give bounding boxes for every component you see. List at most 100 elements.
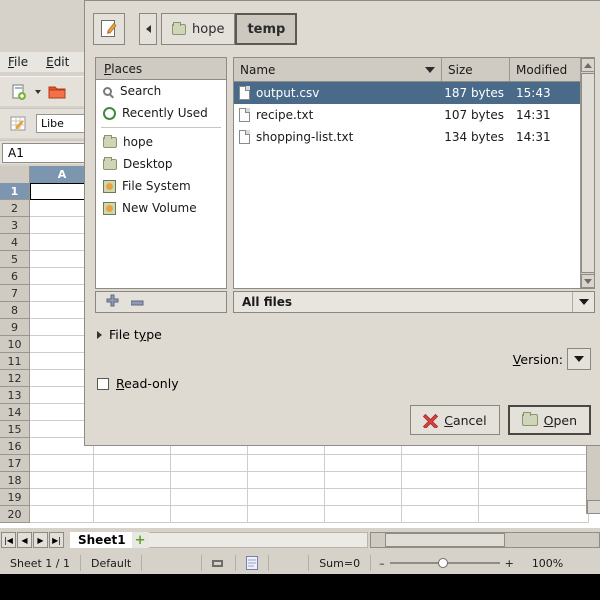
sidebar-item-desktop[interactable]: Desktop bbox=[96, 153, 226, 175]
cell[interactable] bbox=[30, 489, 94, 506]
column-header-size[interactable]: Size bbox=[442, 58, 510, 81]
paintbrush-table-icon[interactable] bbox=[8, 113, 30, 135]
row-header-18[interactable]: 18 bbox=[0, 472, 30, 489]
cell[interactable] bbox=[94, 489, 171, 506]
cell[interactable] bbox=[402, 489, 479, 506]
horizontal-scroll-thumb[interactable] bbox=[385, 533, 505, 547]
breadcrumb-item-temp[interactable]: temp bbox=[235, 13, 298, 45]
chevron-down-icon[interactable] bbox=[572, 292, 594, 312]
sidebar-item-recently-used[interactable]: Recently Used bbox=[96, 102, 226, 124]
add-sheet-button[interactable]: + bbox=[131, 532, 149, 548]
name-box[interactable]: A1 bbox=[2, 142, 86, 163]
scroll-down-button[interactable] bbox=[587, 500, 600, 514]
open-folder-icon[interactable] bbox=[46, 81, 68, 103]
next-sheet-button[interactable]: ▶ bbox=[33, 532, 48, 548]
selection-mode-icon[interactable] bbox=[202, 555, 237, 571]
row-header-20[interactable]: 20 bbox=[0, 506, 30, 523]
menu-edit[interactable]: Edit bbox=[46, 55, 69, 69]
row-header-19[interactable]: 19 bbox=[0, 489, 30, 506]
remove-place-icon[interactable] bbox=[130, 295, 144, 309]
previous-sheet-button[interactable]: ◀ bbox=[17, 532, 32, 548]
open-button[interactable]: Open bbox=[507, 405, 591, 435]
cell[interactable] bbox=[94, 472, 171, 489]
cell[interactable] bbox=[171, 472, 248, 489]
cell[interactable] bbox=[325, 472, 402, 489]
file-list-row[interactable]: output.csv 187 bytes 15:43 bbox=[234, 82, 580, 104]
row-header-13[interactable]: 13 bbox=[0, 387, 30, 404]
select-all-corner[interactable] bbox=[0, 166, 30, 183]
cell[interactable] bbox=[94, 455, 171, 472]
row-header-8[interactable]: 8 bbox=[0, 302, 30, 319]
read-only-checkbox[interactable] bbox=[97, 377, 109, 390]
cell[interactable] bbox=[479, 455, 589, 472]
scroll-down-button[interactable] bbox=[581, 274, 595, 288]
scroll-up-button[interactable] bbox=[581, 58, 595, 72]
sidebar-item-search[interactable]: Search bbox=[96, 80, 226, 102]
zoom-slider-track[interactable] bbox=[389, 558, 500, 568]
read-only-checkbox-row[interactable]: Read-only bbox=[97, 376, 179, 391]
row-header-16[interactable]: 16 bbox=[0, 438, 30, 455]
cell[interactable] bbox=[248, 506, 325, 523]
cell[interactable] bbox=[402, 506, 479, 523]
row-header-6[interactable]: 6 bbox=[0, 268, 30, 285]
row-header-1[interactable]: 1 bbox=[0, 183, 30, 200]
cell[interactable] bbox=[30, 472, 94, 489]
cell[interactable] bbox=[30, 506, 94, 523]
horizontal-scrollbar[interactable] bbox=[370, 532, 600, 548]
file-list-row[interactable]: shopping-list.txt 134 bytes 14:31 bbox=[234, 126, 580, 148]
row-header-7[interactable]: 7 bbox=[0, 285, 30, 302]
cell[interactable] bbox=[402, 455, 479, 472]
zoom-slider-knob[interactable] bbox=[437, 558, 448, 568]
file-list-scrollbar[interactable] bbox=[580, 58, 595, 288]
new-document-icon[interactable] bbox=[8, 81, 30, 103]
cell[interactable] bbox=[402, 472, 479, 489]
add-place-icon[interactable] bbox=[106, 294, 119, 310]
row-header-4[interactable]: 4 bbox=[0, 234, 30, 251]
chevron-down-icon[interactable] bbox=[35, 89, 41, 94]
cell[interactable] bbox=[94, 506, 171, 523]
cell[interactable] bbox=[171, 455, 248, 472]
last-sheet-button[interactable]: ▶| bbox=[49, 532, 64, 548]
row-header-15[interactable]: 15 bbox=[0, 421, 30, 438]
zoom-level-label[interactable]: 100% bbox=[522, 555, 573, 571]
cell[interactable] bbox=[479, 472, 589, 489]
path-scroll-left-button[interactable] bbox=[139, 13, 157, 45]
file-type-expander[interactable]: File type bbox=[97, 327, 162, 342]
zoom-slider[interactable]: – + bbox=[371, 557, 522, 570]
cell[interactable] bbox=[171, 506, 248, 523]
sidebar-item-hope[interactable]: hope bbox=[96, 131, 226, 153]
row-header-14[interactable]: 14 bbox=[0, 404, 30, 421]
cell[interactable] bbox=[479, 489, 589, 506]
file-filter-combobox[interactable]: All files bbox=[233, 291, 595, 313]
cell[interactable] bbox=[30, 455, 94, 472]
column-header-name[interactable]: Name bbox=[234, 58, 442, 81]
zoom-out-button[interactable]: – bbox=[379, 557, 385, 570]
row-header-9[interactable]: 9 bbox=[0, 319, 30, 336]
cell[interactable] bbox=[325, 489, 402, 506]
row-header-3[interactable]: 3 bbox=[0, 217, 30, 234]
file-list-row[interactable]: recipe.txt 107 bytes 14:31 bbox=[234, 104, 580, 126]
cell[interactable] bbox=[325, 506, 402, 523]
cancel-button[interactable]: Cancel bbox=[410, 405, 500, 435]
version-dropdown[interactable] bbox=[567, 348, 591, 370]
first-sheet-button[interactable]: |◀ bbox=[1, 532, 16, 548]
document-modified-icon[interactable] bbox=[236, 555, 270, 571]
type-file-name-button[interactable] bbox=[93, 13, 125, 45]
row-header-11[interactable]: 11 bbox=[0, 353, 30, 370]
cell[interactable] bbox=[248, 455, 325, 472]
cell[interactable] bbox=[479, 506, 589, 523]
cell[interactable] bbox=[325, 455, 402, 472]
sheet-tab-sheet1[interactable]: Sheet1 bbox=[70, 532, 132, 548]
file-list-scroll-thumb[interactable] bbox=[581, 73, 595, 273]
sidebar-item-new-volume[interactable]: New Volume bbox=[96, 197, 226, 219]
column-header-modified[interactable]: Modified bbox=[510, 58, 580, 81]
cell[interactable] bbox=[248, 472, 325, 489]
zoom-in-button[interactable]: + bbox=[505, 557, 514, 570]
sidebar-item-file-system[interactable]: File System bbox=[96, 175, 226, 197]
row-header-5[interactable]: 5 bbox=[0, 251, 30, 268]
menu-file[interactable]: FFileile bbox=[8, 55, 28, 69]
row-header-17[interactable]: 17 bbox=[0, 455, 30, 472]
breadcrumb-item-hope[interactable]: hope bbox=[161, 13, 236, 45]
cell[interactable] bbox=[171, 489, 248, 506]
row-header-10[interactable]: 10 bbox=[0, 336, 30, 353]
